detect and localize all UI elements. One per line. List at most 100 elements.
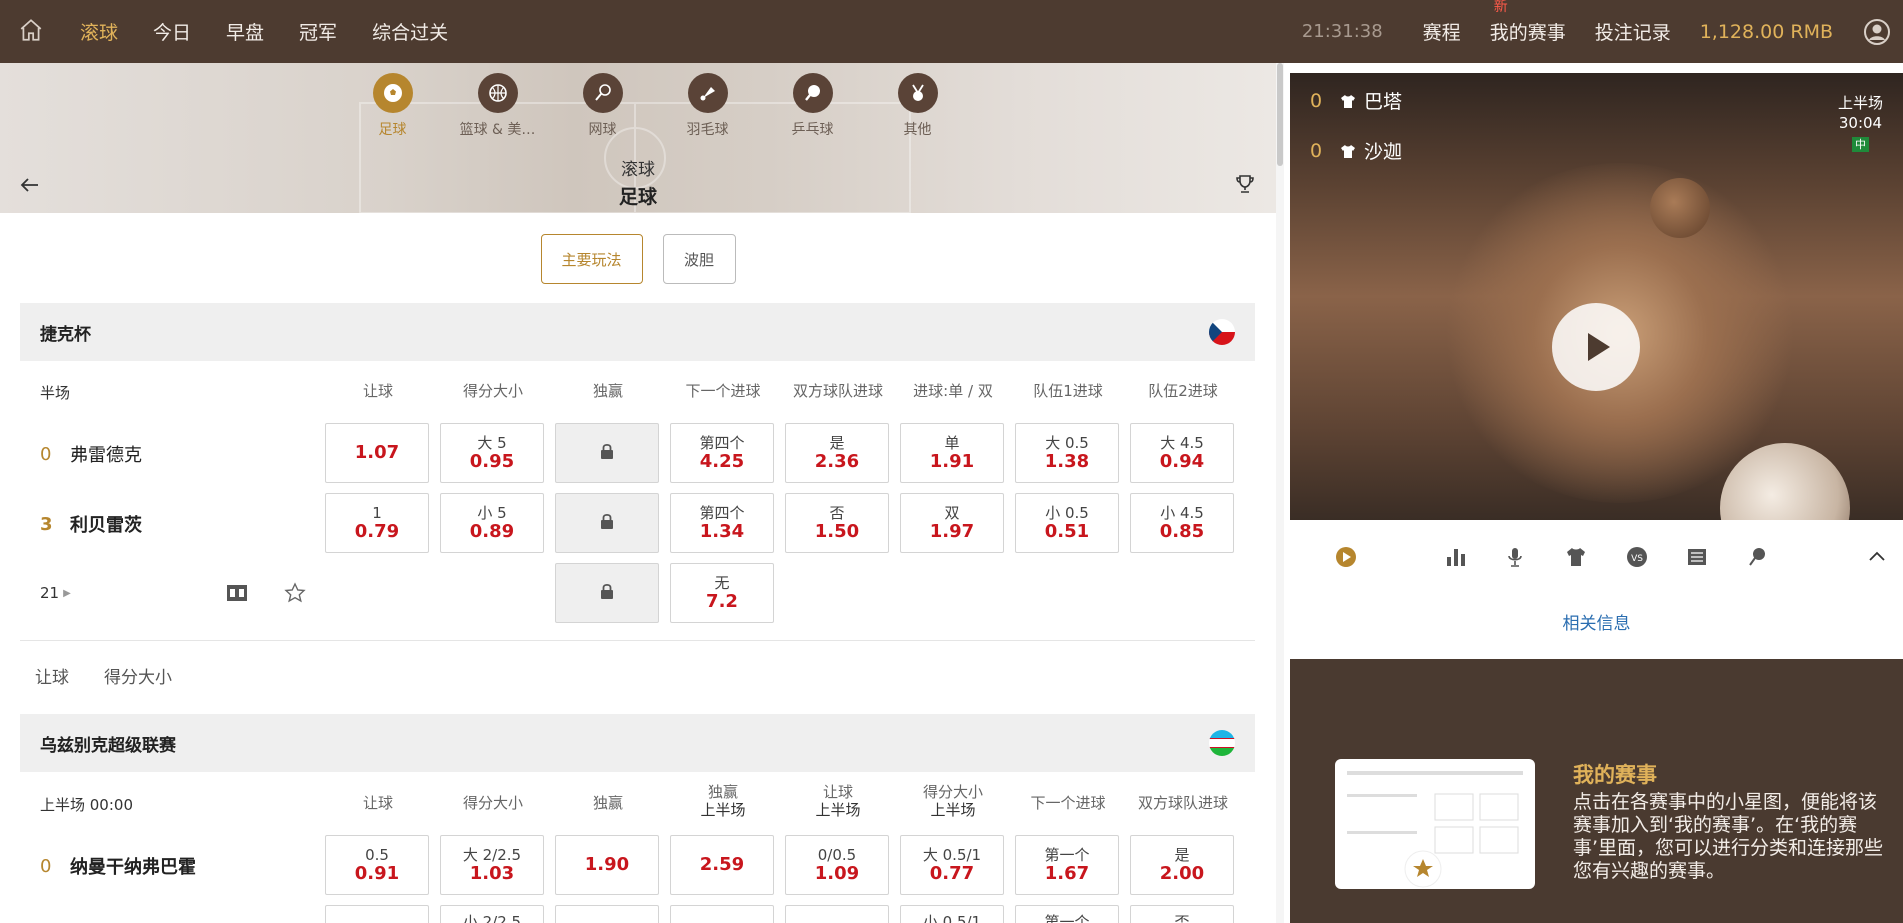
odds-value: 0.95: [469, 450, 515, 472]
odds-cell[interactable]: 小 4.5 0.85: [1130, 493, 1234, 553]
team-name: 利贝雷茨: [70, 515, 142, 536]
odds-value: 0.91: [354, 862, 400, 884]
odds-cell[interactable]: 2.59: [670, 835, 774, 895]
nav-parlay[interactable]: 综合过关: [372, 18, 448, 45]
promo-title: 我的赛事: [1573, 763, 1657, 787]
star-icon[interactable]: [283, 581, 307, 605]
league-header[interactable]: 乌兹别克超级联赛: [20, 714, 1255, 772]
related-info-link[interactable]: 相关信息: [1290, 609, 1903, 634]
stats-icon[interactable]: [1444, 545, 1468, 569]
odds-cell[interactable]: 否: [1130, 905, 1234, 923]
match-period: 上半场: [1837, 94, 1883, 112]
bet-history-link[interactable]: 投注记录: [1595, 18, 1671, 45]
odds-cell[interactable]: 双 1.97: [900, 493, 1004, 553]
odds-cell[interactable]: 0/0.5 1.09: [785, 835, 889, 895]
odds-cell[interactable]: 是 2.00: [1130, 835, 1234, 895]
odds-cell[interactable]: [555, 905, 659, 923]
team-row-away: 3 利贝雷茨: [40, 511, 142, 537]
odds-cell[interactable]: [670, 905, 774, 923]
odds-cell[interactable]: 1.07: [325, 423, 429, 483]
scoreboard-table-icon[interactable]: [1685, 545, 1709, 569]
sport-basketball[interactable]: 篮球 & 美…: [445, 73, 550, 139]
scrollbar-track[interactable]: [1276, 63, 1284, 923]
chevron-up-icon[interactable]: [1865, 545, 1889, 569]
my-events-link[interactable]: 新我的赛事: [1490, 0, 1566, 45]
column-header: 得分大小 上半场: [893, 783, 1013, 819]
odds-line: 大 0.5: [1045, 433, 1089, 452]
nav-live[interactable]: 滚球: [80, 18, 118, 45]
sub-tab-over-under[interactable]: 得分大小: [104, 663, 172, 688]
sub-tab-handicap[interactable]: 让球: [35, 663, 69, 688]
more-markets[interactable]: 21 ▶: [40, 584, 71, 602]
play-icon: [1588, 333, 1610, 361]
video-player[interactable]: 0 巴塔 0 沙迦 上半场 30:04 中: [1290, 73, 1903, 520]
home-icon[interactable]: [18, 17, 44, 43]
odds-cell[interactable]: 大 2/2.5 1.03: [440, 835, 544, 895]
odds-cell[interactable]: 大 0.5 1.38: [1015, 423, 1119, 483]
schedule-link[interactable]: 赛程: [1423, 18, 1461, 45]
column-header: 让球: [362, 382, 393, 400]
odds-cell[interactable]: 大 4.5 0.94: [1130, 423, 1234, 483]
odds-cell[interactable]: 无 7.2: [670, 563, 774, 623]
odds-cell[interactable]: 第一个: [1015, 905, 1119, 923]
odds-cell[interactable]: 小 0.5 0.51: [1015, 493, 1119, 553]
live-video-icon[interactable]: [1334, 545, 1358, 569]
nav-early[interactable]: 早盘: [226, 18, 264, 45]
odds-value: 1.03: [469, 862, 515, 884]
nav-champion[interactable]: 冠军: [299, 18, 337, 45]
sport-banner: 足球 篮球 & 美… 网球 羽毛球 乒乓球 其他 滚球 足球: [0, 63, 1276, 213]
promo-text: 点击在各赛事中的小星图，便能将该赛事加入到‘我的赛事’。在‘我的赛事’里面，您可…: [1573, 791, 1884, 882]
lineup-shirt-icon[interactable]: [1564, 545, 1588, 569]
odds-cell[interactable]: 第四个 4.25: [670, 423, 774, 483]
scoreboard-icon[interactable]: [225, 581, 249, 605]
odds-cell[interactable]: [785, 905, 889, 923]
play-button[interactable]: [1552, 303, 1640, 391]
trophy-icon[interactable]: [1234, 173, 1256, 195]
odds-cell[interactable]: 第四个 1.34: [670, 493, 774, 553]
odds-cell[interactable]: 否 1.50: [785, 493, 889, 553]
column-header: 双方球队进球: [792, 382, 883, 400]
column-header: 下一个进球: [685, 382, 761, 400]
odds-cell[interactable]: 小 2/2.5: [440, 905, 544, 923]
odds-cell[interactable]: 小 5 0.89: [440, 493, 544, 553]
odds-cell[interactable]: [325, 905, 429, 923]
tab-correct-score[interactable]: 波胆: [662, 234, 736, 284]
odds-line: 小 0.5/1: [922, 913, 982, 923]
odds-cell[interactable]: 1.90: [555, 835, 659, 895]
basketball-icon: [477, 73, 518, 113]
sport-table-tennis[interactable]: 乒乓球: [760, 73, 865, 139]
odds-cell[interactable]: 单 1.91: [900, 423, 1004, 483]
tab-main-markets[interactable]: 主要玩法: [540, 234, 643, 284]
sport-tennis[interactable]: 网球: [550, 73, 655, 139]
odds-value: 0.85: [1159, 520, 1205, 542]
odds-cell[interactable]: 小 0.5/1: [900, 905, 1004, 923]
odds-cell[interactable]: 第一个 1.67: [1015, 835, 1119, 895]
microphone-icon[interactable]: [1503, 545, 1527, 569]
column-title: 独赢: [592, 794, 623, 812]
odds-panel: 足球 篮球 & 美… 网球 羽毛球 乒乓球 其他 滚球 足球 主要玩法 波胆 捷…: [0, 63, 1276, 923]
odds-line: 大 0.5/1: [922, 845, 982, 864]
odds-line: 第四个: [699, 433, 745, 452]
versus-icon[interactable]: VS: [1625, 545, 1649, 569]
team-score: 0: [1310, 139, 1323, 162]
nav-today[interactable]: 今日: [153, 18, 191, 45]
football-icon: [372, 73, 413, 113]
user-icon[interactable]: [1863, 18, 1891, 46]
odds-cell[interactable]: 大 0.5/1 0.77: [900, 835, 1004, 895]
column-header: 队伍1进球: [1033, 382, 1103, 400]
scrollbar-thumb[interactable]: [1277, 63, 1283, 166]
sport-football[interactable]: 足球: [340, 73, 445, 139]
sport-badminton[interactable]: 羽毛球: [655, 73, 760, 139]
odds-cell[interactable]: 大 5 0.95: [440, 423, 544, 483]
lock-icon: [598, 512, 616, 534]
pin-icon[interactable]: [1746, 545, 1770, 569]
lock-icon: [598, 442, 616, 464]
odds-cell[interactable]: 0.5 0.91: [325, 835, 429, 895]
odds-cell[interactable]: 是 2.36: [785, 423, 889, 483]
sport-other[interactable]: 其他: [865, 73, 970, 139]
uzbekistan-flag-icon: [1209, 730, 1235, 756]
column-header: 独赢: [548, 794, 668, 812]
title-live: 滚球: [621, 160, 655, 180]
league-header[interactable]: 捷克杯: [20, 303, 1255, 361]
odds-cell[interactable]: 1 0.79: [325, 493, 429, 553]
